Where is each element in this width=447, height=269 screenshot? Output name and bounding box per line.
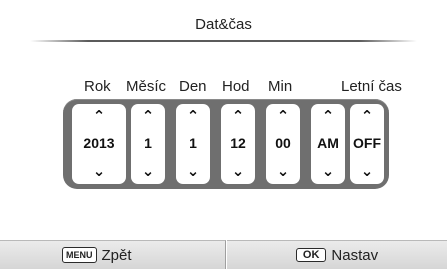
screen-title: Dat&čas (195, 16, 252, 33)
spinner-minute-value: 00 (275, 135, 291, 151)
arrow-up-icon[interactable]: ⌃ (187, 108, 200, 124)
spinner-year[interactable]: ⌃ 2013 ⌃ (72, 104, 126, 184)
ok-key-icon: OK (295, 248, 327, 262)
spinner-day[interactable]: ⌃ 1 ⌃ (176, 104, 210, 184)
label-hour: Hod (222, 78, 250, 95)
spinner-day-value: 1 (189, 135, 197, 151)
menu-key-icon: MENU (62, 247, 97, 263)
back-button[interactable]: MENU Zpět (0, 240, 226, 269)
label-year: Rok (84, 78, 111, 95)
label-month: Měsíc (126, 78, 167, 95)
spinner-month[interactable]: ⌃ 1 ⌃ (131, 104, 165, 184)
spinner-hour[interactable]: ⌃ 12 ⌃ (221, 104, 255, 184)
arrow-down-icon[interactable]: ⌃ (277, 161, 290, 179)
spinner-dst-value: OFF (353, 135, 381, 151)
spinner-ampm[interactable]: ⌃ AM ⌃ (311, 104, 345, 184)
spinner-year-value: 2013 (83, 135, 115, 151)
spinner-minute[interactable]: ⌃ 00 ⌃ (266, 104, 300, 184)
arrow-down-icon[interactable]: ⌃ (361, 161, 374, 179)
label-minute: Min (268, 78, 293, 95)
spinner-dst[interactable]: ⌃ OFF ⌃ (350, 104, 384, 184)
arrow-up-icon[interactable]: ⌃ (142, 108, 155, 124)
arrow-down-icon[interactable]: ⌃ (232, 161, 245, 179)
bottom-bar: MENU Zpět OK Nastav (0, 240, 447, 269)
set-button[interactable]: OK Nastav (227, 240, 447, 269)
arrow-up-icon[interactable]: ⌃ (232, 108, 245, 124)
spinner-month-value: 1 (144, 135, 152, 151)
arrow-down-icon[interactable]: ⌃ (322, 161, 335, 179)
arrow-up-icon[interactable]: ⌃ (277, 108, 290, 124)
set-button-label: Nastav (331, 246, 379, 264)
arrow-down-icon[interactable]: ⌃ (93, 161, 106, 179)
datetime-settings-screen: Dat&čas Rok Měsíc Den Hod Min Letní čas … (0, 0, 447, 269)
spinner-hour-value: 12 (230, 135, 246, 151)
title-divider (30, 40, 417, 42)
label-day: Den (179, 78, 207, 95)
back-button-label: Zpět (101, 246, 132, 264)
arrow-up-icon[interactable]: ⌃ (361, 108, 374, 124)
arrow-down-icon[interactable]: ⌃ (187, 161, 200, 179)
label-dst: Letní čas (341, 78, 402, 95)
arrow-up-icon[interactable]: ⌃ (322, 108, 335, 124)
arrow-down-icon[interactable]: ⌃ (142, 161, 155, 179)
spinner-ampm-value: AM (317, 135, 339, 151)
arrow-up-icon[interactable]: ⌃ (93, 108, 106, 124)
